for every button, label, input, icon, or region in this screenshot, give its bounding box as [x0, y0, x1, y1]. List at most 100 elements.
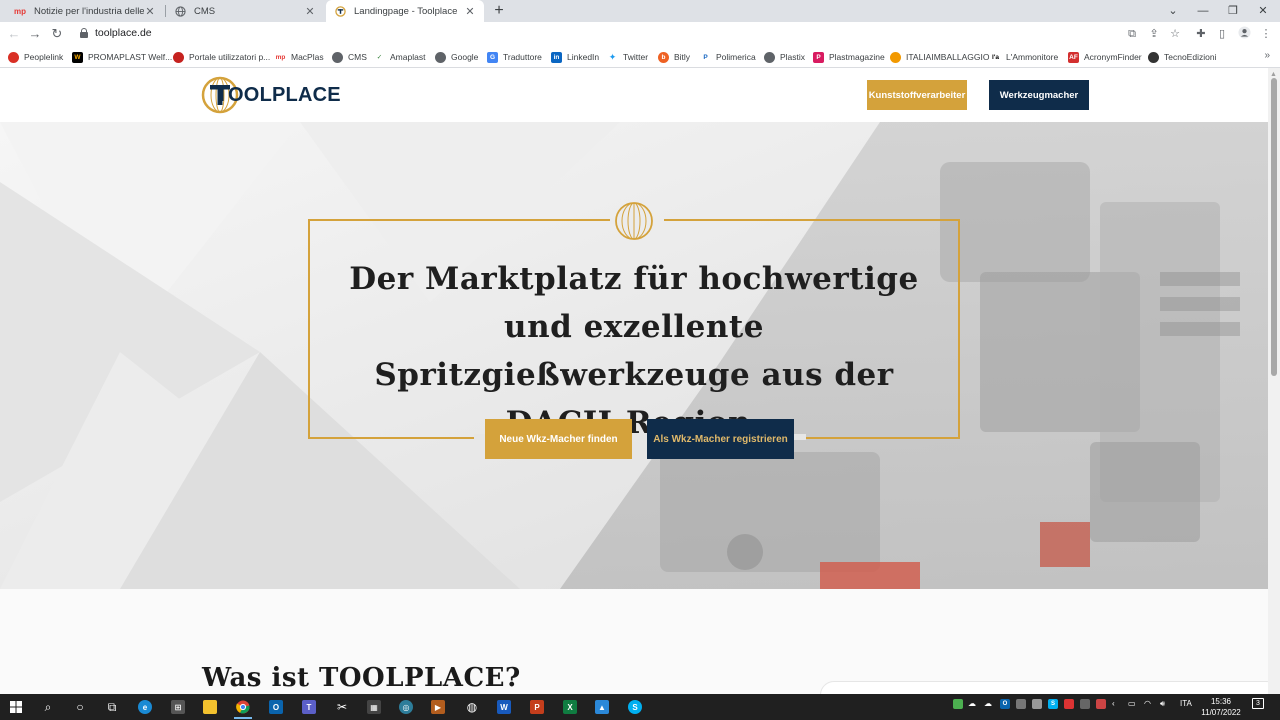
about-section: Was ist TOOLPLACE?: [0, 589, 1268, 694]
tray-app-icon[interactable]: [1096, 699, 1106, 709]
bookmarks-bar: Peoplelink W PROMAPLAST Welf... Portale u…: [0, 46, 1280, 68]
bookmark-favicon-icon: W: [72, 51, 83, 63]
back-icon[interactable]: ←: [6, 26, 22, 42]
outlook-icon[interactable]: O: [266, 697, 286, 717]
taskbar-clock[interactable]: 15:36 11/07/2022: [1196, 696, 1246, 718]
tray-cloud-icon[interactable]: ☁: [984, 699, 992, 708]
reload-icon[interactable]: ↻: [49, 26, 65, 42]
globe-icon: [332, 51, 343, 63]
excel-icon[interactable]: X: [560, 697, 580, 717]
extensions-icon[interactable]: ✚: [1193, 26, 1209, 42]
tab-toolplace[interactable]: Landingpage - Toolplace ✕: [326, 0, 484, 22]
bookmark-item[interactable]: b Bitly: [658, 50, 690, 64]
chevron-up-icon[interactable]: ‹: [1112, 699, 1115, 708]
translate-icon[interactable]: ⧉: [1124, 26, 1140, 42]
tray-app-icon[interactable]: [1080, 699, 1090, 709]
bookmark-favicon-icon: P: [700, 51, 711, 63]
restore-button[interactable]: ❐: [1218, 0, 1248, 22]
tray-wifi-icon[interactable]: ◠: [1144, 699, 1151, 708]
bookmark-item[interactable]: Google: [435, 50, 478, 64]
skype-icon[interactable]: S: [625, 697, 645, 717]
bookmark-item[interactable]: Peoplelink: [8, 50, 63, 64]
chrome-icon[interactable]: [233, 697, 253, 717]
bookmark-favicon-icon: ✓: [374, 51, 385, 63]
bookmark-item[interactable]: CMS: [332, 50, 367, 64]
bookmark-favicon-icon: mp: [275, 51, 286, 63]
bookmarks-overflow-button[interactable]: »: [1264, 50, 1270, 61]
lock-icon[interactable]: [80, 28, 88, 38]
notifications-icon[interactable]: 3: [1252, 698, 1264, 709]
bookmark-favicon-icon: [890, 51, 901, 63]
teams-icon[interactable]: T: [299, 697, 319, 717]
word-icon[interactable]: W: [494, 697, 514, 717]
tray-battery-icon[interactable]: ▭: [1128, 699, 1136, 708]
profile-avatar-icon[interactable]: [1236, 26, 1252, 42]
kunststoffverarbeiter-button[interactable]: Kunststoffverarbeiter: [867, 80, 967, 110]
tray-onedrive-icon[interactable]: ☁: [968, 699, 976, 708]
bookmark-item[interactable]: ITALIAIMBALLAGGIO: [890, 50, 989, 64]
bookmark-item[interactable]: Plastix: [764, 50, 805, 64]
menu-icon[interactable]: ⋮: [1258, 26, 1274, 42]
tray-skype-icon[interactable]: S: [1048, 699, 1058, 709]
forward-icon[interactable]: →: [27, 26, 43, 42]
close-tab-icon[interactable]: ✕: [144, 5, 156, 18]
toolplace-logo-icon: [334, 5, 346, 17]
tab-search-icon[interactable]: ⌄: [1158, 0, 1188, 22]
file-explorer-icon[interactable]: [200, 697, 220, 717]
tray-outlook-icon[interactable]: O: [1000, 699, 1010, 709]
hero-section: Der Marktplatz für hochwertige und exzel…: [0, 122, 1268, 589]
windows-start-icon[interactable]: [6, 697, 26, 717]
share-icon[interactable]: ⇪: [1146, 26, 1162, 42]
toolplace-logo[interactable]: TOOLPLACE: [200, 75, 341, 115]
minimize-button[interactable]: —: [1188, 0, 1218, 22]
tab-macplas[interactable]: mp Notizie per l'industria delle mate ✕: [6, 0, 164, 22]
bookmark-item[interactable]: G Traduttore: [487, 50, 542, 64]
bookmark-item[interactable]: l'a L'Ammonitore: [990, 50, 1058, 64]
bookmark-item[interactable]: P Plastmagazine: [813, 50, 885, 64]
address-bar[interactable]: toolplace.de: [95, 27, 152, 39]
bookmark-item[interactable]: ✦ Twitter: [607, 50, 648, 64]
bookmark-item[interactable]: W PROMAPLAST Welf...: [72, 50, 172, 64]
tray-app-icon[interactable]: [1032, 699, 1042, 709]
store-icon[interactable]: ⊞: [168, 697, 188, 717]
search-icon[interactable]: ⌕: [38, 697, 58, 717]
active-app-indicator: [234, 717, 252, 719]
network-globe-icon[interactable]: ◍: [462, 697, 482, 717]
side-panel-icon[interactable]: ▯: [1214, 26, 1230, 42]
new-tab-button[interactable]: +: [490, 2, 508, 20]
tab-title: Notizie per l'industria delle mate: [34, 5, 144, 17]
scrollbar-thumb[interactable]: [1271, 78, 1277, 376]
find-toolmaker-button[interactable]: Neue Wkz-Macher finden: [485, 419, 632, 459]
task-view-icon[interactable]: ⧉: [102, 697, 122, 717]
close-window-button[interactable]: ✕: [1248, 0, 1278, 22]
bookmark-item[interactable]: AF AcronymFinder: [1068, 50, 1142, 64]
cortana-icon[interactable]: ○: [70, 697, 90, 717]
tray-app-icon[interactable]: [1016, 699, 1026, 709]
werkzeugmacher-button[interactable]: Werkzeugmacher: [989, 80, 1089, 110]
tray-app-icon[interactable]: [1064, 699, 1074, 709]
bookmark-item[interactable]: Portale utilizzatori p...: [173, 50, 270, 64]
tray-antivirus-icon[interactable]: [953, 699, 963, 709]
bookmark-item[interactable]: mp MacPlas: [275, 50, 324, 64]
snipping-tool-icon[interactable]: ✂: [332, 697, 352, 717]
app-icon[interactable]: ◎: [396, 697, 416, 717]
media-player-icon[interactable]: ▶: [428, 697, 448, 717]
language-indicator[interactable]: ITA: [1180, 699, 1192, 708]
bookmark-item[interactable]: ✓ Amaplast: [374, 50, 425, 64]
tray-volume-icon[interactable]: 🔊︎: [1160, 699, 1165, 709]
register-toolmaker-button[interactable]: Als Wkz-Macher registrieren: [647, 419, 794, 459]
edge-icon[interactable]: e: [135, 697, 155, 717]
bookmark-item[interactable]: P Polimerica: [700, 50, 756, 64]
scroll-up-icon[interactable]: ▲: [1270, 71, 1277, 78]
info-card: [820, 681, 1268, 694]
calculator-icon[interactable]: ▦: [364, 697, 384, 717]
bookmark-star-icon[interactable]: ☆: [1167, 26, 1183, 42]
tab-cms[interactable]: CMS ✕: [166, 0, 324, 22]
powerpoint-icon[interactable]: P: [527, 697, 547, 717]
photos-icon[interactable]: ▲: [592, 697, 612, 717]
bookmark-item[interactable]: TecnoEdizioni: [1148, 50, 1216, 64]
close-tab-icon[interactable]: ✕: [464, 5, 476, 18]
close-tab-icon[interactable]: ✕: [304, 5, 316, 18]
bookmark-item[interactable]: in LinkedIn: [551, 50, 599, 64]
page-scrollbar[interactable]: ▲: [1268, 68, 1280, 694]
